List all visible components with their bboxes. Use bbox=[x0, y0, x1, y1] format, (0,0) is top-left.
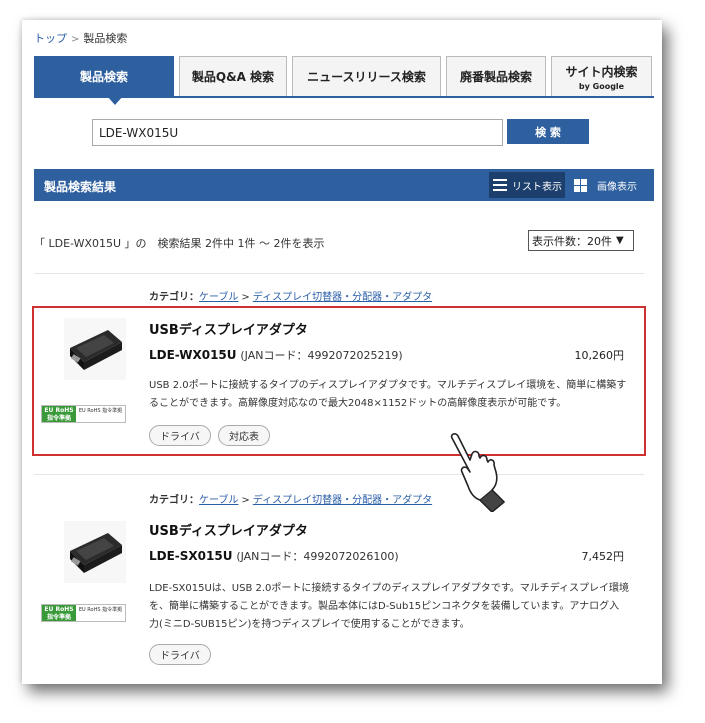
product-image[interactable] bbox=[64, 318, 126, 380]
compatibility-button[interactable]: 対応表 bbox=[218, 425, 270, 446]
tab-site-search[interactable]: サイト内検索 by Google bbox=[551, 56, 652, 96]
product-description: LDE-SX015Uは、USB 2.0ポートに接続するタイプのディスプレイアダプ… bbox=[149, 583, 630, 630]
search-tabs: 製品検索 製品Q&A 検索 ニュースリリース検索 廃番製品検索 サイト内検索 b… bbox=[34, 56, 654, 105]
breadcrumb: トップ > 製品検索 bbox=[34, 30, 127, 46]
rohs-badge: EU RoHS 指令準拠 EU RoHS 指令準拠 bbox=[41, 405, 126, 423]
page-frame: トップ > 製品検索 製品検索 製品Q&A 検索 ニュースリリース検索 廃番製品検索… bbox=[22, 20, 662, 684]
search-button[interactable]: 検 索 bbox=[507, 119, 589, 144]
category-separator: > bbox=[241, 495, 250, 506]
grid-icon bbox=[574, 178, 587, 192]
category-label: カテゴリ： bbox=[149, 495, 199, 506]
results-header: 製品検索結果 リスト表示 画像表示 bbox=[34, 169, 654, 201]
product-category: カテゴリ：ケーブル > ディスプレイ切替器・分配器・アダプタ bbox=[149, 491, 432, 506]
list-view-button[interactable]: リスト表示 bbox=[489, 172, 565, 198]
category-link-display-switch[interactable]: ディスプレイ切替器・分配器・アダプタ bbox=[253, 495, 432, 506]
hand-pointer-icon bbox=[450, 433, 505, 512]
tab-label: 廃番製品検索 bbox=[459, 70, 532, 84]
jan-code: (JANコード：4992072026100) bbox=[236, 550, 399, 563]
category-link-cable[interactable]: ケーブル bbox=[199, 292, 238, 303]
rohs-badge-text: EU RoHS 指令準拠 bbox=[78, 607, 123, 613]
results-title: 製品検索結果 bbox=[44, 180, 117, 194]
tab-label: 製品検索 bbox=[79, 70, 128, 84]
product-name[interactable]: USBディスプレイアダプタ bbox=[149, 520, 308, 539]
list-icon bbox=[493, 179, 507, 191]
breadcrumb-separator: > bbox=[71, 34, 80, 45]
category-link-cable[interactable]: ケーブル bbox=[199, 495, 238, 506]
product-price: 7,452円 bbox=[581, 550, 625, 563]
image-view-button[interactable]: 画像表示 bbox=[574, 172, 637, 198]
per-page-value: 表示件数：20件 bbox=[532, 234, 612, 248]
divider bbox=[34, 474, 644, 475]
tab-news-release[interactable]: ニュースリリース検索 bbox=[292, 56, 441, 96]
product-image[interactable] bbox=[64, 521, 126, 583]
tab-label: ニュースリリース検索 bbox=[307, 70, 426, 84]
category-label: カテゴリ： bbox=[149, 292, 199, 303]
model-number: LDE-WX015U bbox=[149, 348, 237, 362]
list-view-label: リスト表示 bbox=[512, 181, 562, 193]
image-view-label: 画像表示 bbox=[597, 181, 637, 193]
category-link-display-switch[interactable]: ディスプレイ切替器・分配器・アダプタ bbox=[253, 292, 432, 303]
results-summary: 「 LDE-WX015U 」の 検索結果 2件中 1件 ～ 2件を表示 bbox=[34, 237, 325, 250]
breadcrumb-current: 製品検索 bbox=[83, 32, 128, 45]
category-separator: > bbox=[241, 292, 250, 303]
driver-button[interactable]: ドライバ bbox=[149, 644, 211, 665]
product-category: カテゴリ：ケーブル > ディスプレイ切替器・分配器・アダプタ bbox=[149, 288, 432, 303]
driver-button[interactable]: ドライバ bbox=[149, 425, 211, 446]
tab-sublabel: by Google bbox=[578, 81, 625, 91]
tab-label: 製品Q&A 検索 bbox=[191, 70, 275, 84]
product-model: LDE-WX015U (JANコード：4992072025219) bbox=[149, 347, 403, 363]
product-model: LDE-SX015U (JANコード：4992072026100) bbox=[149, 548, 399, 564]
rohs-badge-text: EU RoHS 指令準拠 bbox=[78, 408, 123, 414]
product-name[interactable]: USBディスプレイアダプタ bbox=[149, 319, 308, 338]
product-description: USB 2.0ポートに接続するタイプのディスプレイアダプタです。マルチディスプレ… bbox=[149, 380, 627, 409]
model-number: LDE-SX015U bbox=[149, 549, 233, 563]
rohs-badge-logo: EU RoHS 指令準拠 bbox=[42, 605, 76, 621]
product-price: 10,260円 bbox=[574, 349, 625, 362]
rohs-badge: EU RoHS 指令準拠 EU RoHS 指令準拠 bbox=[41, 604, 126, 622]
search-input[interactable] bbox=[92, 119, 503, 146]
chevron-down-icon: ▼ bbox=[616, 235, 624, 246]
divider bbox=[34, 273, 644, 274]
breadcrumb-home-link[interactable]: トップ bbox=[34, 32, 67, 45]
tab-product-qa[interactable]: 製品Q&A 検索 bbox=[179, 56, 287, 96]
tabs-underline bbox=[34, 96, 654, 98]
rohs-badge-logo: EU RoHS 指令準拠 bbox=[42, 406, 76, 422]
tab-product-search[interactable]: 製品検索 bbox=[34, 56, 174, 96]
tab-label: サイト内検索 bbox=[565, 64, 638, 79]
tab-discontinued[interactable]: 廃番製品検索 bbox=[446, 56, 546, 96]
per-page-select[interactable]: 表示件数：20件 ▼ bbox=[528, 230, 634, 251]
jan-code: (JANコード：4992072025219) bbox=[240, 349, 403, 362]
